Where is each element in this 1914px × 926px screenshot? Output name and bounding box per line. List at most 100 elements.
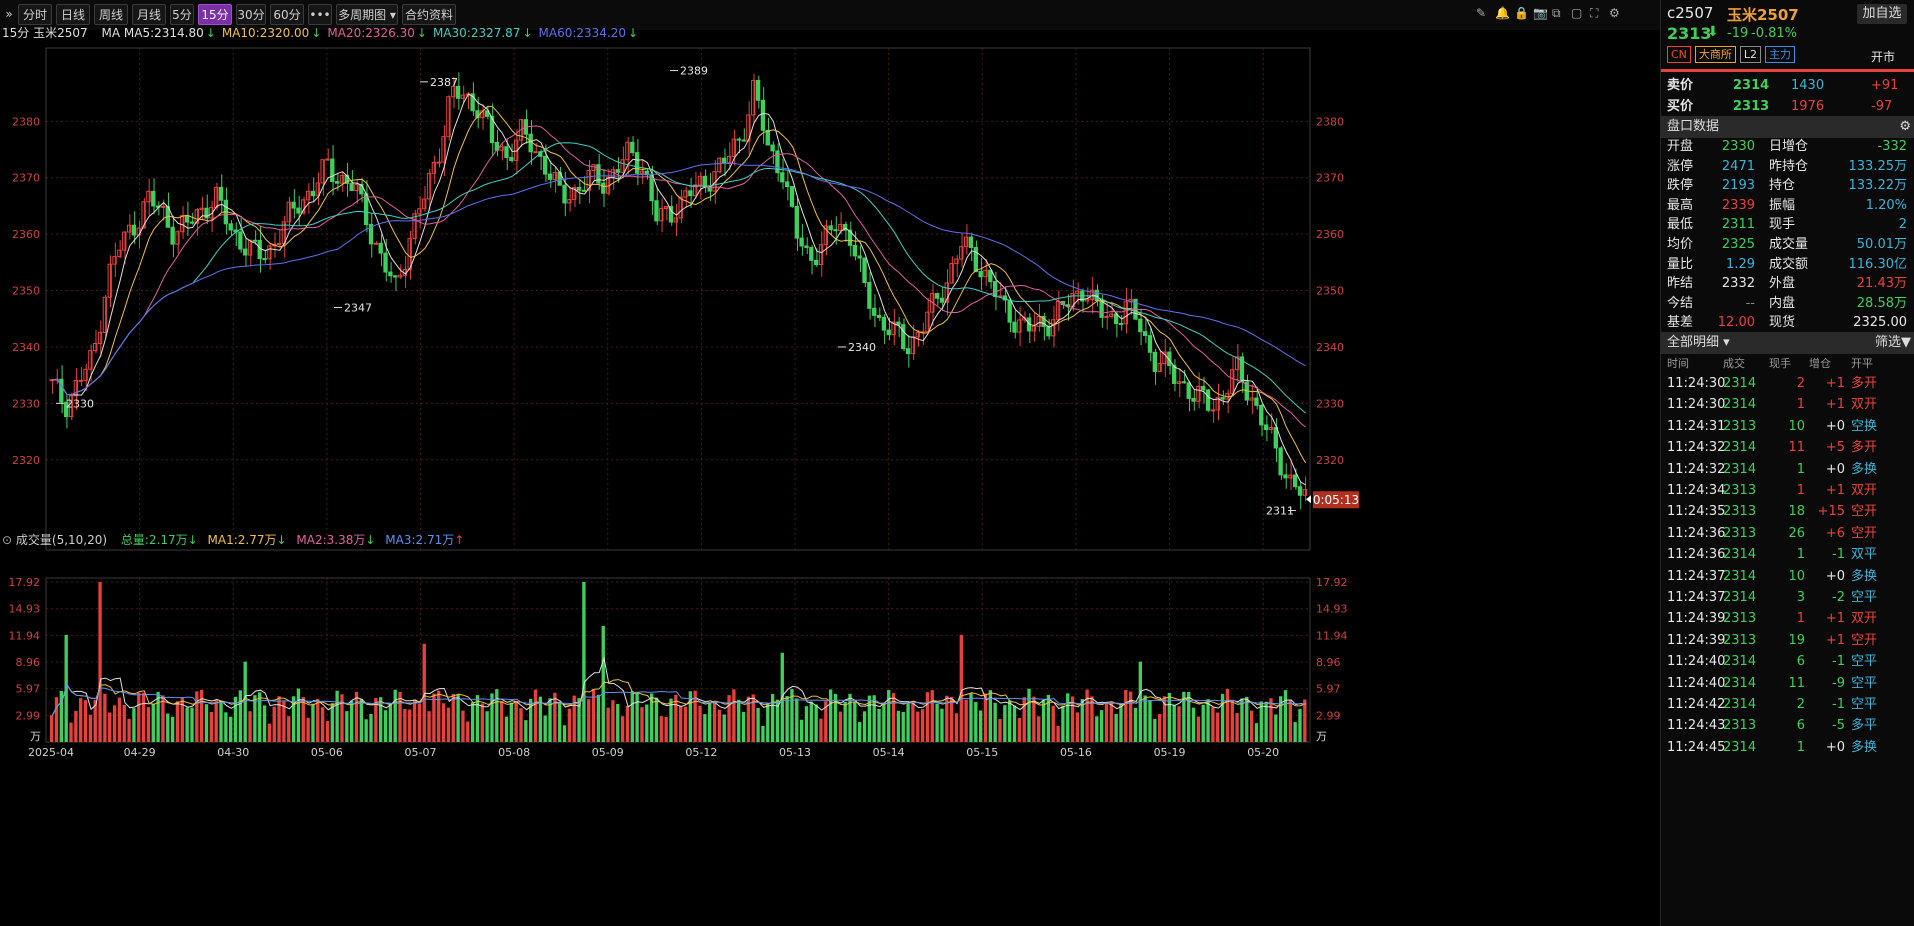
price-tick-label-right: 2330 <box>1316 397 1344 410</box>
fullscreen-icon[interactable]: ⛶ <box>1590 6 1598 21</box>
candle-body <box>349 182 354 192</box>
toolbar-button-1[interactable]: 日线 <box>56 4 90 25</box>
double-chevron-right-icon[interactable]: » <box>2 4 16 25</box>
quote-label: 外盘 <box>1769 276 1796 292</box>
toolbar-button-7[interactable]: 60分 <box>270 4 304 25</box>
price-tick-label-left: 2320 <box>12 454 40 467</box>
volume-bar <box>379 697 383 742</box>
volume-bar <box>799 719 804 742</box>
trade-price: 2314 <box>1723 461 1757 477</box>
candle-body <box>813 259 819 266</box>
bell-icon[interactable]: 🔔 <box>1495 6 1510 20</box>
volume-bar <box>1095 716 1099 742</box>
candle-body <box>1099 300 1104 318</box>
lock-icon[interactable]: 🔒 <box>1514 6 1529 20</box>
trade-volume: 10 <box>1788 418 1805 434</box>
trade-time: 11:24:32 <box>1667 440 1726 456</box>
volume-bar <box>964 699 968 742</box>
volume-bar <box>1148 700 1152 742</box>
candle-body <box>833 229 838 232</box>
trade-price: 2314 <box>1723 440 1757 456</box>
volume-bar <box>325 721 330 742</box>
add-watchlist-button[interactable]: 加自选 <box>1857 4 1907 24</box>
volume-bar <box>814 704 818 742</box>
volume-bar <box>843 701 847 742</box>
trade-price: 2314 <box>1723 675 1757 691</box>
edit-icon[interactable]: ✎ <box>1476 6 1486 20</box>
volume-bar <box>1303 699 1307 742</box>
candle-body <box>784 181 790 188</box>
window-icon[interactable]: ▢ <box>1571 6 1582 20</box>
gear-icon[interactable]: ⚙ <box>1899 116 1911 138</box>
trade-row: 11:24:32 2314 1 +0 多换 <box>1661 459 1914 480</box>
candle-body <box>1147 335 1153 353</box>
candle-body <box>378 242 383 254</box>
trade-volume: 11 <box>1788 675 1805 691</box>
tag-badge: CN <box>1667 46 1691 63</box>
candle-body <box>770 144 775 152</box>
quote-value: 2 <box>1898 217 1907 233</box>
volume-bar <box>896 710 901 742</box>
volume-bar <box>1109 701 1113 742</box>
trade-type: 多开 <box>1851 376 1878 391</box>
copy-icon[interactable]: ⧉ <box>1552 6 1561 21</box>
settings-icon[interactable]: ⚙ <box>1609 6 1620 20</box>
trade-row: 11:24:32 2314 11 +5 多开 <box>1661 437 1914 458</box>
trade-volume: 26 <box>1788 525 1805 541</box>
toolbar-button-4[interactable]: 5分 <box>170 4 194 25</box>
volume-bar <box>906 702 910 742</box>
volume-bar <box>887 690 891 742</box>
trade-price: 2314 <box>1723 568 1757 584</box>
toolbar-button-8[interactable]: ••• <box>308 4 332 25</box>
trade-row: 11:24:43 2313 6 -5 多平 <box>1661 715 1914 736</box>
date-label: 05-14 <box>873 746 905 759</box>
down-arrow-icon: ↓ <box>187 533 198 547</box>
candle-body <box>533 151 538 154</box>
toolbar-button-0[interactable]: 分时 <box>18 4 52 25</box>
trade-price: 2313 <box>1723 632 1757 648</box>
candle-body <box>310 190 316 197</box>
trade-price: 2313 <box>1723 418 1757 434</box>
volume-bar <box>340 694 344 742</box>
trade-row: 11:24:30 2314 2 +1 多开 <box>1661 373 1914 394</box>
volume-bar <box>1206 699 1210 742</box>
price-annotation: 2387 <box>430 76 458 89</box>
candle-body <box>436 161 441 164</box>
collapse-icon[interactable]: ⊙ <box>2 533 12 547</box>
volume-bar <box>940 708 944 742</box>
quote-value: 133.25万 <box>1848 158 1908 174</box>
trade-oi-change: +0 <box>1825 739 1845 755</box>
trade-price: 2314 <box>1723 590 1757 605</box>
volume-bar <box>1032 696 1036 742</box>
volume-bar <box>1080 699 1084 742</box>
camera-icon[interactable]: 📷 <box>1533 6 1548 20</box>
candle-body <box>799 237 804 247</box>
trade-row: 11:24:34 2313 1 +1 双开 <box>1661 480 1914 501</box>
toolbar-button-10[interactable]: 合约资料 <box>402 4 456 25</box>
market-status: 开市 <box>1871 50 1896 64</box>
quote-label: 内盘 <box>1769 295 1796 311</box>
volume-bar <box>393 689 397 742</box>
volume-bar <box>664 716 668 742</box>
toolbar-button-9[interactable]: 多周期图 ▾ <box>336 4 398 25</box>
volume-bar <box>499 701 504 742</box>
toolbar-button-5[interactable]: 15分 <box>198 4 232 25</box>
ma-line-5 <box>52 93 1306 486</box>
toolbar-button-2[interactable]: 周线 <box>94 4 128 25</box>
volume-bar <box>635 691 639 742</box>
volume-bar <box>509 702 513 742</box>
kline-chart[interactable]: 2330 2347 2387 2389 2340 2311 0:05:13 2380 2380… <box>0 30 1360 926</box>
filter-button[interactable]: 筛选▼ <box>1875 332 1911 354</box>
volume-bar <box>766 703 770 742</box>
trade-time: 11:24:36 <box>1667 525 1726 541</box>
volume-bar <box>998 718 1002 742</box>
candle-body <box>1104 315 1109 318</box>
volume-bar <box>451 693 455 742</box>
trade-type: 空换 <box>1851 418 1878 434</box>
volume-tick-right: 11.94 <box>1316 629 1348 642</box>
toolbar-button-3[interactable]: 月线 <box>132 4 166 25</box>
volume-bar <box>108 712 112 742</box>
toolbar-button-6[interactable]: 30分 <box>236 4 266 25</box>
trade-oi-change: -9 <box>1832 675 1845 691</box>
detail-title[interactable]: 全部明细 ▾ <box>1667 335 1730 350</box>
